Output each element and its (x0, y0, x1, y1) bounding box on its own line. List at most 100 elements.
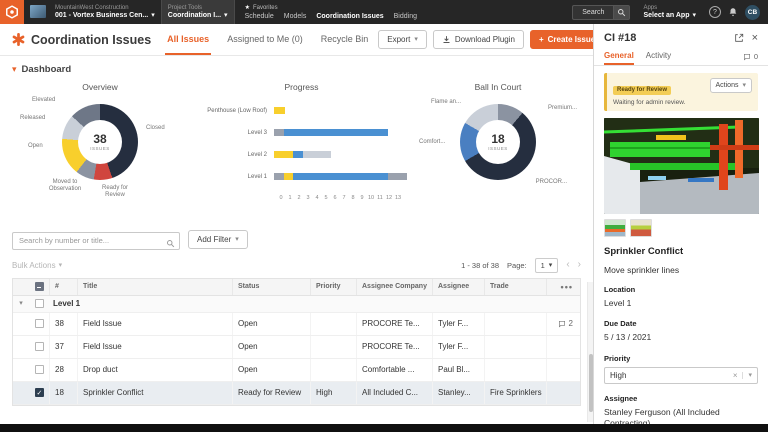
comments-indicator[interactable]: 0 (743, 48, 758, 65)
main-content: Coordination Issues All Issues Assigned … (0, 24, 605, 424)
global-search[interactable]: Search (572, 4, 631, 20)
search-icon (166, 235, 175, 253)
column-header-status[interactable]: Status (232, 278, 310, 295)
ball-donut: 18 ISSUES (460, 104, 536, 180)
overview-chart: Overview 38 ISSUES Elevated Released Clo… (16, 75, 184, 225)
project-name: 001 - Vortex Business Cen... (55, 12, 149, 19)
column-header-trade[interactable]: Trade (484, 278, 546, 295)
column-header-priority[interactable]: Priority (310, 278, 356, 295)
issues-search-input[interactable] (12, 231, 180, 250)
dashboard-label: Dashboard (21, 64, 72, 75)
donut-center: 38 ISSUES (78, 120, 122, 164)
donut-center: 18 ISSUES (476, 120, 520, 164)
comment-bubble-icon (558, 320, 565, 327)
tab-general[interactable]: General (604, 48, 634, 65)
dashboard-charts: Overview 38 ISSUES Elevated Released Clo… (0, 75, 593, 225)
status-banner: Ready for Review Waiting for admin revie… (604, 73, 758, 111)
table-row[interactable]: 28 Drop duct Open Comfortable ... Paul B… (13, 358, 580, 382)
chevron-down-icon: ▾ (58, 261, 63, 269)
company-name: MountainWest Construction (55, 5, 129, 11)
table-header: # Title Status Priority Assignee Company… (13, 278, 580, 296)
chevron-down-icon[interactable]: ▾ (19, 300, 23, 307)
next-page-button[interactable]: › (578, 260, 581, 270)
bim-model-snapshot (604, 118, 759, 214)
chevron-down-icon: ▾ (742, 82, 746, 89)
chart-title: Overview (82, 82, 118, 92)
snapshot-thumbnail[interactable] (604, 219, 626, 237)
location-value: Level 1 (604, 298, 632, 308)
chart-title: Ball In Court (474, 82, 522, 92)
prev-page-button[interactable]: ‹ (566, 260, 569, 270)
slice-label: Premium... (547, 105, 577, 111)
favorites-nav: ★ Favorites Schedule Models Coordination … (235, 0, 427, 24)
issue-description: Move sprinkler lines (604, 265, 680, 275)
column-header-number[interactable]: # (49, 278, 77, 295)
group-row-level-1[interactable]: ▾ Level 1 (13, 295, 580, 313)
project-tools-selector[interactable]: Project Tools Coordination I... ▾ (160, 0, 235, 24)
priority-label: Priority (604, 353, 631, 363)
due-date-value[interactable]: 5 / 13 / 2021 (604, 332, 758, 343)
apps-selector[interactable]: Apps Select an App ▾ (637, 5, 702, 19)
progress-rows: Penthouse (Low Roof) Level 3 Level 2 Level … (196, 107, 407, 180)
filter-bar: Add Filter▾ (0, 225, 593, 254)
chart-title: Progress (284, 82, 319, 92)
tab-recycle-bin[interactable]: Recycle Bin (319, 24, 371, 55)
notifications-bell-icon[interactable] (728, 7, 738, 17)
page-select[interactable]: 1 ▾ (534, 257, 559, 273)
row-checkbox[interactable] (34, 365, 44, 374)
project-selector[interactable]: MountainWest Construction 001 - Vortex B… (49, 0, 161, 24)
group-checkbox[interactable] (34, 299, 44, 308)
column-header-title[interactable]: Title (77, 278, 232, 295)
search-icon[interactable] (613, 4, 631, 20)
nav-item-schedule[interactable]: Schedule (245, 13, 274, 20)
issues-table: # Title Status Priority Assignee Company… (12, 277, 581, 406)
page-title: Coordination Issues (31, 32, 152, 47)
download-plugin-button[interactable]: Download Plugin (432, 30, 524, 49)
bulk-actions-button[interactable]: Bulk Actions ▾ (12, 261, 62, 270)
tab-assigned-to-me[interactable]: Assigned to Me (0) (225, 24, 305, 55)
column-header-assignee-company[interactable]: Assignee Company (356, 278, 432, 295)
nav-item-models[interactable]: Models (284, 13, 307, 20)
actions-button[interactable]: Actions ▾ (709, 78, 752, 93)
chevron-down-icon[interactable]: ▾ (742, 371, 752, 379)
table-row[interactable]: 37 Field Issue Open PROCORE Te... Tyler … (13, 335, 580, 359)
comments-indicator[interactable]: 2 (546, 312, 580, 335)
column-header-assignee[interactable]: Assignee (432, 278, 484, 295)
priority-select[interactable]: High × ▾ (604, 366, 758, 384)
slice-label: Elevated (32, 97, 56, 103)
help-icon[interactable]: ? (709, 6, 721, 18)
tools-value: Coordination I... (167, 12, 222, 19)
chevron-down-icon: ▾ (414, 36, 418, 43)
close-icon[interactable]: × (752, 32, 758, 44)
procore-logo[interactable] (0, 0, 24, 24)
row-checkbox[interactable] (34, 319, 44, 328)
table-row-selected[interactable]: 18 Sprinkler Conflict Ready for Review H… (13, 381, 580, 405)
export-button[interactable]: Export ▾ (378, 30, 427, 49)
nav-item-bidding[interactable]: Bidding (394, 13, 417, 20)
slice-label: Ready for Review (101, 185, 128, 198)
row-checkbox[interactable] (34, 388, 44, 397)
clear-icon[interactable]: × (733, 371, 738, 380)
due-date-label: Due Date (604, 319, 637, 329)
favorites-label: ★ Favorites (244, 4, 278, 11)
snapshot-thumbnail[interactable] (630, 219, 652, 237)
add-filter-button[interactable]: Add Filter ▾ (188, 230, 248, 250)
open-in-new-icon[interactable] (734, 33, 744, 43)
comment-bubble-icon (743, 53, 750, 60)
detail-title: CI #18 (604, 32, 637, 44)
select-all-checkbox[interactable] (34, 282, 44, 291)
slice-label: Comfort... (419, 139, 446, 145)
row-checkbox[interactable] (34, 342, 44, 351)
table-row[interactable]: 38 Field Issue Open PROCORE Te... Tyler … (13, 312, 580, 336)
coordination-issues-gear-icon (12, 33, 25, 46)
tab-activity[interactable]: Activity (646, 48, 671, 65)
dashboard-toggle[interactable]: ▾ Dashboard (0, 56, 593, 75)
tools-label: Project Tools (167, 5, 203, 11)
nav-item-coordination-issues[interactable]: Coordination Issues (316, 13, 383, 20)
user-avatar[interactable]: CB (745, 4, 760, 20)
model-viewport[interactable] (604, 118, 759, 214)
tab-all-issues[interactable]: All Issues (165, 24, 212, 55)
apps-label: Apps (643, 5, 658, 11)
column-settings-button[interactable]: ••• (561, 282, 573, 292)
chevron-down-icon: ▾ (224, 12, 228, 19)
